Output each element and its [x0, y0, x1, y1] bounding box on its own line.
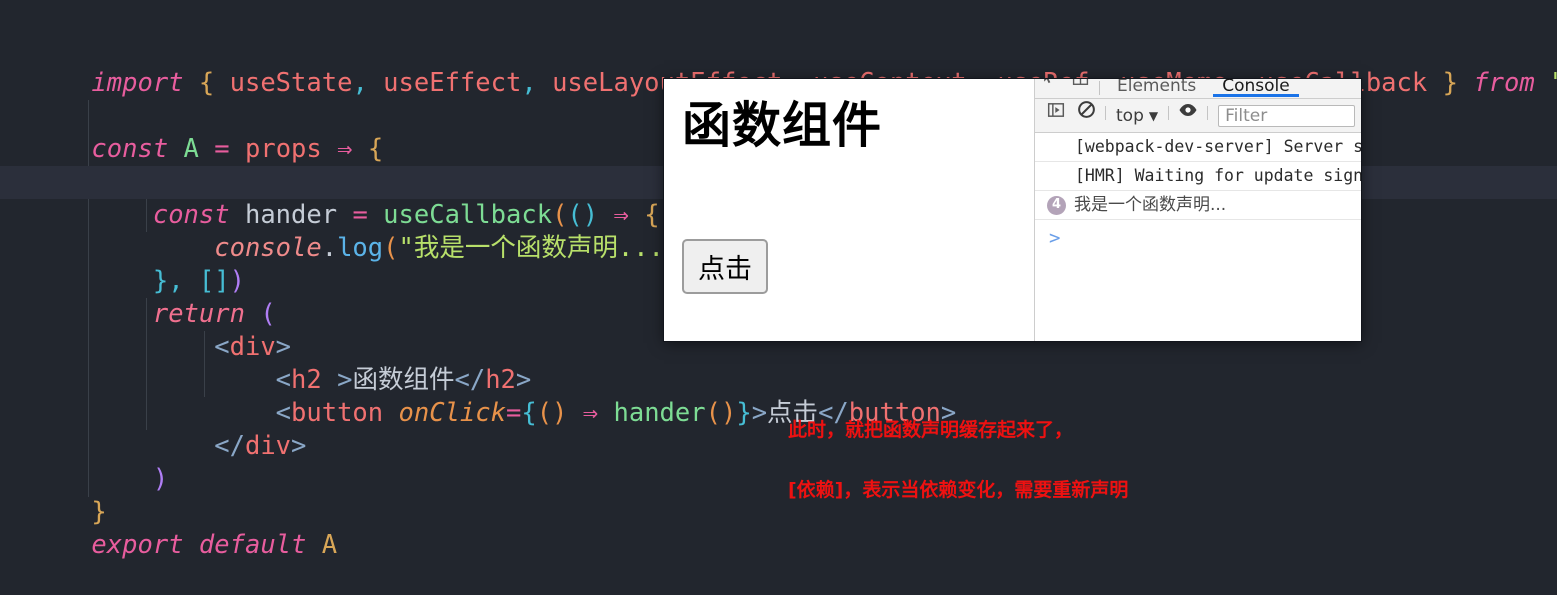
- console-message-list[interactable]: [webpack-dev-server] Server started: Hot…: [1035, 133, 1361, 341]
- live-expression-eye-icon[interactable]: [1173, 97, 1203, 123]
- rendered-page-pane: 函数组件 点击: [664, 79, 1034, 341]
- execution-context-selector[interactable]: top ▼: [1110, 106, 1164, 126]
- toolbar-divider: [1207, 105, 1209, 120]
- tabbar-divider: [1099, 81, 1100, 95]
- console-message-text: [HMR] Waiting for update signal from WDS…: [1075, 165, 1361, 185]
- devtools-console-toolbar[interactable]: top ▼ Filter: [1035, 99, 1361, 133]
- console-row[interactable]: 4 我是一个函数声明...: [1035, 191, 1361, 220]
- click-button[interactable]: 点击: [682, 239, 768, 294]
- console-repeat-count-badge: 4: [1047, 195, 1066, 215]
- code-line-content: export default A: [91, 530, 338, 560]
- toolbar-divider: [1105, 105, 1106, 120]
- annotation-deps-note: [依赖]，表示当依赖变化，需要重新声明: [788, 479, 1129, 501]
- console-row[interactable]: [HMR] Waiting for update signal from WDS…: [1035, 162, 1361, 191]
- code-line-11[interactable]: <button onClick={() ⇒ hander()}>点击</butt…: [0, 364, 1557, 428]
- console-message-text: 我是一个函数声明...: [1074, 194, 1227, 215]
- console-message-text: [webpack-dev-server] Server started: Hot…: [1075, 137, 1361, 156]
- chevron-down-icon: ▼: [1148, 108, 1159, 123]
- console-filter-input[interactable]: Filter: [1218, 104, 1355, 127]
- execution-context-label: top: [1116, 105, 1144, 126]
- annotation-cache-note: 此时，就把函数声明缓存起来了，: [788, 419, 1074, 441]
- console-prompt[interactable]: >: [1035, 220, 1361, 249]
- inspect-element-icon[interactable]: [1035, 79, 1065, 92]
- tab-console[interactable]: Console: [1209, 79, 1303, 97]
- page-heading: 函数组件: [682, 97, 883, 154]
- console-row[interactable]: [webpack-dev-server] Server started: Hot…: [1035, 133, 1361, 162]
- devtools-panel[interactable]: Elements Console top ▼ Filter [webpack-d…: [1034, 79, 1361, 341]
- tab-elements[interactable]: Elements: [1104, 79, 1209, 96]
- clear-console-icon[interactable]: [1071, 97, 1101, 123]
- browser-window[interactable]: 函数组件 点击 Elements Console top ▼ Filter [w…: [664, 79, 1361, 341]
- code-line-12[interactable]: </div>: [0, 397, 1557, 461]
- toggle-device-toolbar-icon[interactable]: [1065, 79, 1095, 92]
- code-line-1[interactable]: import { useState, useEffect, useLayoutE…: [0, 34, 1557, 98]
- code-line-13[interactable]: ): [0, 430, 1557, 494]
- code-line-15[interactable]: export default A: [0, 496, 1557, 560]
- toolbar-divider: [1168, 105, 1170, 120]
- console-sidebar-icon[interactable]: [1041, 97, 1071, 123]
- code-line-14[interactable]: }: [0, 463, 1557, 527]
